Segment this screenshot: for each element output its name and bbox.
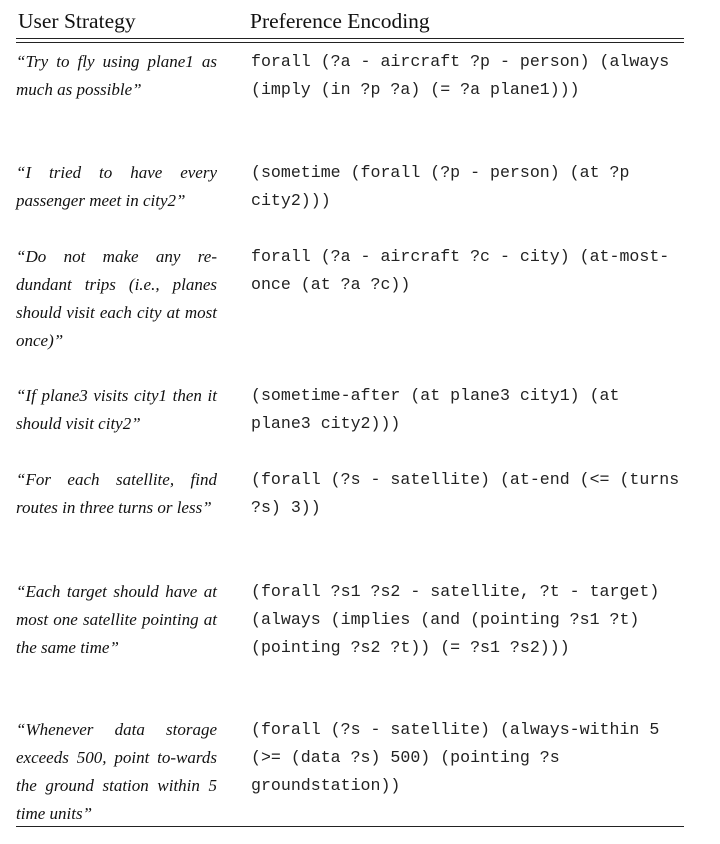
column-header-preference-encoding: Preference Encoding bbox=[250, 9, 430, 33]
user-strategy-cell: “Each target should have at most one sat… bbox=[16, 582, 217, 657]
user-strategy-cell: “If plane3 visits city1 then it should v… bbox=[16, 386, 217, 433]
user-strategy-cell: “Try to fly using plane1 as much as poss… bbox=[16, 52, 217, 99]
user-strategy-cell: “Do not make any re-dundant trips (i.e.,… bbox=[16, 247, 217, 350]
column-header-user-strategy: User Strategy bbox=[18, 9, 136, 33]
preference-encoding-cell: (forall ?s1 ?s2 - satellite, ?t - target… bbox=[251, 582, 670, 657]
header-double-rule bbox=[16, 38, 684, 43]
user-strategy-cell: “I tried to have every passenger meet in… bbox=[16, 163, 217, 210]
preference-encoding-cell: forall (?a - aircraft ?p - person) (alwa… bbox=[251, 52, 680, 99]
preference-encoding-cell: (sometime (forall (?p - person) (at ?p c… bbox=[251, 163, 640, 210]
preference-encoding-cell: forall (?a - aircraft ?c - city) (at-mos… bbox=[251, 247, 670, 294]
table-bottom-rule bbox=[16, 826, 684, 827]
strategy-table: User Strategy Preference Encoding “Try t… bbox=[16, 4, 684, 827]
preference-encoding-cell: (sometime-after (at plane3 city1) (at pl… bbox=[251, 386, 630, 433]
table-header: User Strategy Preference Encoding bbox=[16, 4, 684, 38]
user-strategy-cell: “For each satellite, find routes in thre… bbox=[16, 470, 217, 517]
preference-encoding-cell: (forall (?s - satellite) (at-end (<= (tu… bbox=[251, 470, 690, 517]
user-strategy-cell: “Whenever data storage exceeds 500, poin… bbox=[16, 720, 217, 823]
preference-encoding-cell: (forall (?s - satellite) (always-within … bbox=[251, 720, 670, 795]
